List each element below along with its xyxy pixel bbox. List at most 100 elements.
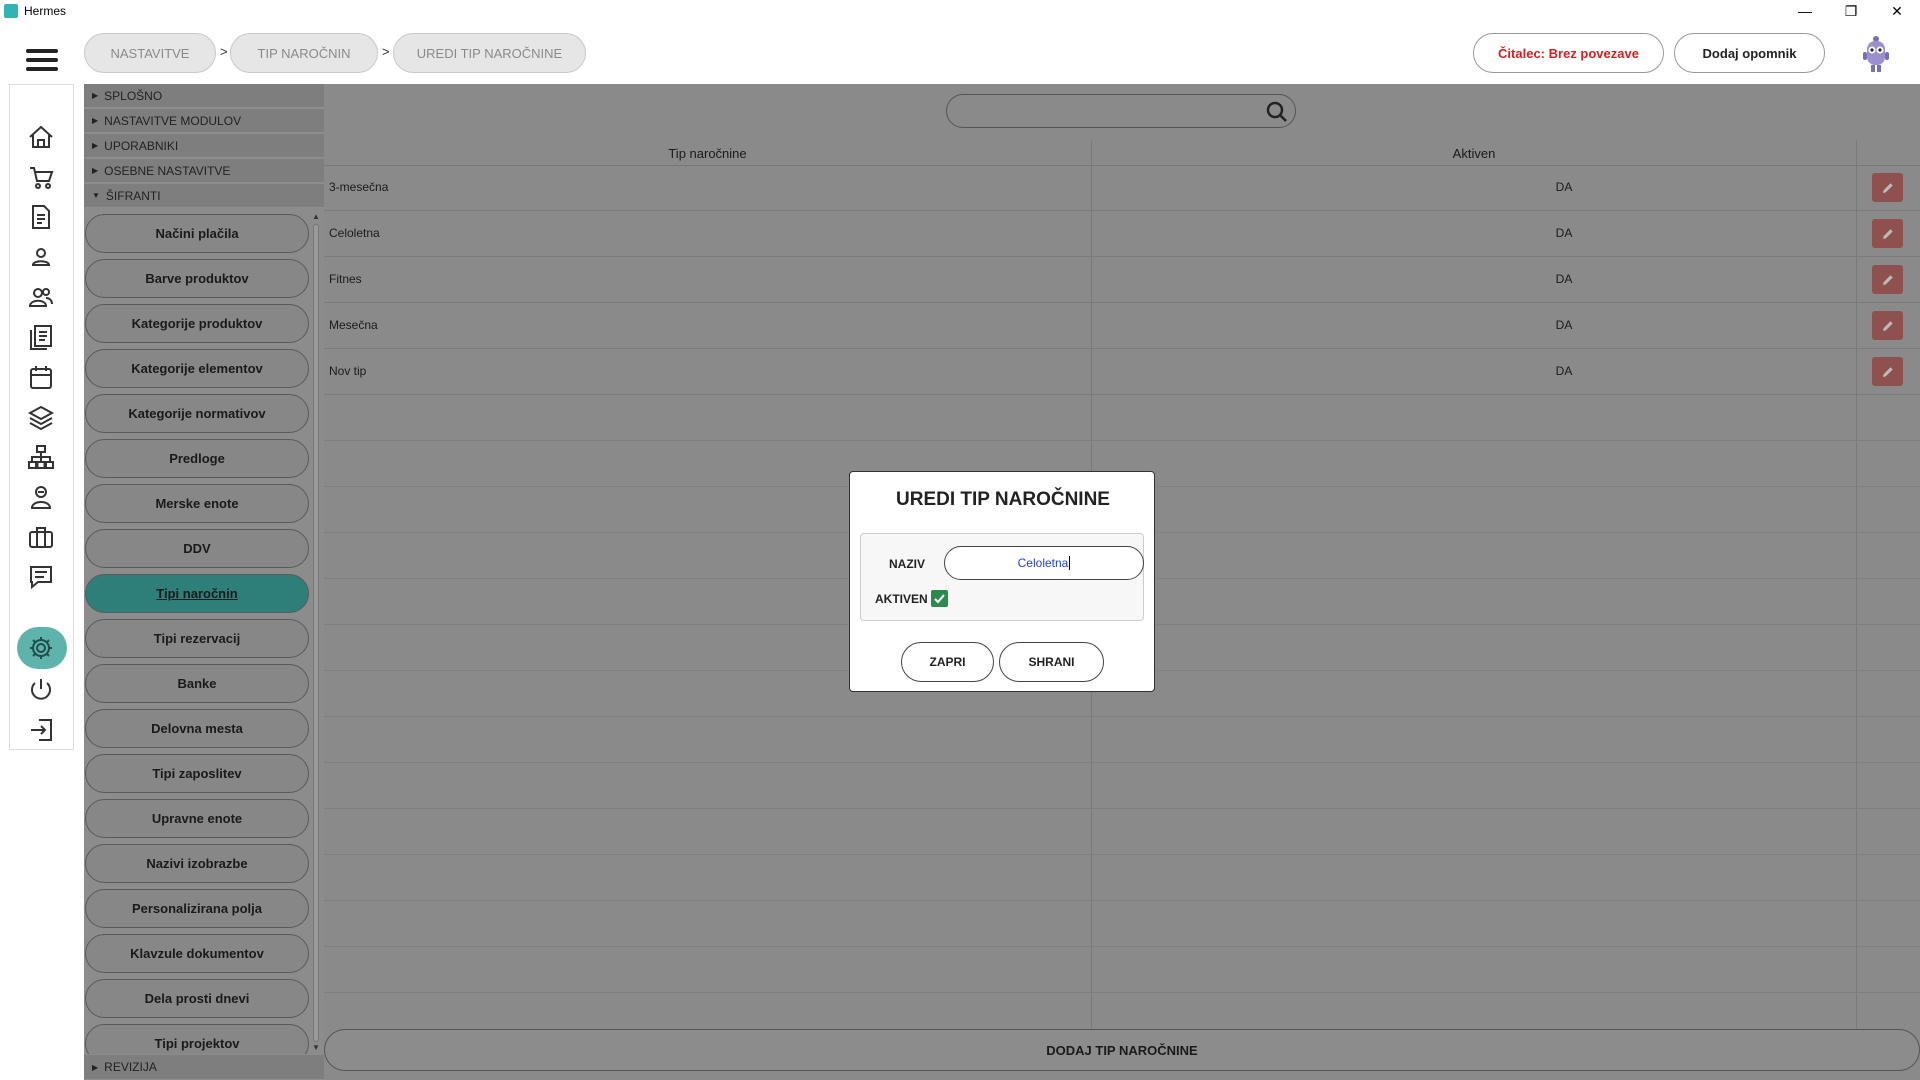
name-input-value: Celoletna (1017, 556, 1069, 570)
menu-item-holidays[interactable]: Dela prosti dnevi (85, 979, 309, 1018)
section-label: UPORABNIKI (104, 138, 179, 153)
section-revision[interactable]: ▶ REVIZIJA (84, 1055, 324, 1080)
pencil-icon (1882, 228, 1893, 239)
menu-item-education-titles[interactable]: Nazivi izobrazbe (85, 844, 309, 883)
close-button[interactable]: ZAPRI (901, 642, 994, 682)
menu-item-custom-fields[interactable]: Personalizirana polja (85, 889, 309, 928)
restore-button[interactable]: ❐ (1828, 0, 1874, 22)
mascot-avatar-icon[interactable] (1858, 34, 1894, 74)
search-input[interactable] (946, 94, 1296, 128)
breadcrumb-separator: > (382, 44, 390, 59)
breadcrumb-settings[interactable]: NASTAVITVE (84, 33, 216, 73)
breadcrumb-edit-subscription-type[interactable]: UREDI TIP NAROČNINE (393, 33, 586, 73)
add-reminder-button[interactable]: Dodaj opomnik (1674, 33, 1825, 73)
navigation-rail (9, 84, 74, 750)
window-controls: — ❐ ✕ (1782, 0, 1920, 22)
pencil-icon (1882, 320, 1893, 331)
users-icon[interactable] (26, 282, 56, 312)
empty-row (324, 395, 1920, 441)
scroll-down-icon[interactable]: ▼ (311, 1043, 321, 1052)
row-active: DA (1555, 226, 1573, 240)
section-label: SPLOŠNO (104, 88, 163, 103)
breadcrumb-separator: > (220, 44, 228, 59)
scrollbar-thumb[interactable] (313, 224, 319, 1042)
table-row[interactable]: Nov tip DA (324, 349, 1920, 395)
menu-item-normative-categories[interactable]: Kategorije normativov (85, 394, 309, 433)
menu-item-templates[interactable]: Predloge (85, 439, 309, 478)
active-checkbox[interactable] (931, 590, 948, 607)
close-window-button[interactable]: ✕ (1874, 0, 1920, 22)
table-row[interactable]: 3-mesečna DA (324, 165, 1920, 211)
section-label: ŠIFRANTI (105, 188, 161, 203)
dialog-form: NAZIV Celoletna AKTIVEN (860, 533, 1144, 621)
search-icon[interactable] (1265, 100, 1289, 124)
app-icon (4, 4, 18, 18)
edit-button[interactable] (1872, 265, 1903, 294)
menu-item-employment-types[interactable]: Tipi zaposlitev (85, 754, 309, 793)
table-row[interactable]: Fitnes DA (324, 257, 1920, 303)
row-active: DA (1555, 180, 1573, 194)
cart-icon[interactable] (26, 162, 56, 192)
edit-button[interactable] (1872, 173, 1903, 202)
row-name: Fitnes (329, 272, 362, 286)
add-subscription-type-button[interactable]: DODAJ TIP NAROČNINE (324, 1029, 1920, 1071)
section-users[interactable]: ▶ UPORABNIKI (84, 134, 324, 158)
gear-icon[interactable] (26, 633, 56, 663)
name-input[interactable]: Celoletna (944, 546, 1144, 580)
menu-item-element-categories[interactable]: Kategorije elementov (85, 349, 309, 388)
pencil-icon (1882, 366, 1893, 377)
menu-item-units[interactable]: Merske enote (85, 484, 309, 523)
menu-item-document-clauses[interactable]: Klavzule dokumentov (85, 934, 309, 973)
layers-icon[interactable] (26, 402, 56, 432)
edit-button[interactable] (1872, 357, 1903, 386)
power-icon[interactable] (26, 675, 56, 705)
minimize-button[interactable]: — (1782, 0, 1828, 22)
edit-subscription-type-dialog: UREDI TIP NAROČNINE NAZIV Celoletna AKTI… (849, 471, 1155, 692)
menu-item-subscription-types[interactable]: Tipi naročnin (85, 574, 309, 613)
save-button[interactable]: SHRANI (999, 642, 1104, 682)
section-personal[interactable]: ▶ OSEBNE NASTAVITVE (84, 159, 324, 183)
empty-row (324, 809, 1920, 855)
column-header-subscription-type[interactable]: Tip naročnine (324, 142, 1091, 166)
table-row[interactable]: Celoletna DA (324, 211, 1920, 257)
menu-item-banks[interactable]: Banke (85, 664, 309, 703)
menu-item-product-colors[interactable]: Barve produktov (85, 259, 309, 298)
hamburger-menu-icon[interactable] (26, 49, 58, 71)
menu-item-project-types[interactable]: Tipi projektov (85, 1024, 309, 1054)
home-icon[interactable] (26, 122, 56, 152)
menu-item-job-positions[interactable]: Delovna mesta (85, 709, 309, 748)
chat-icon[interactable] (26, 562, 56, 592)
menu-item-reservation-types[interactable]: Tipi rezervacij (85, 619, 309, 658)
pencil-icon (1882, 182, 1893, 193)
user-icon[interactable] (26, 242, 56, 272)
section-codebooks[interactable]: ▼ ŠIFRANTI (84, 184, 324, 208)
scroll-up-icon[interactable]: ▲ (311, 212, 321, 221)
menu-item-product-categories[interactable]: Kategorije produktov (85, 304, 309, 343)
trainer-icon[interactable] (26, 482, 56, 512)
text-caret (1069, 556, 1071, 570)
section-modules[interactable]: ▶ NASTAVITVE MODULOV (84, 109, 324, 133)
edit-button[interactable] (1872, 219, 1903, 248)
name-label: NAZIV (889, 557, 925, 571)
menu-scrollbar[interactable]: ▲ ▼ (311, 212, 321, 1054)
reader-status-button[interactable]: Čitalec: Brez povezave (1473, 33, 1664, 73)
codebooks-menu: Načini plačila Barve produktov Kategorij… (84, 212, 324, 1054)
table-row[interactable]: Mesečna DA (324, 303, 1920, 349)
header: NASTAVITVE > TIP NAROČNIN > UREDI TIP NA… (0, 22, 1920, 84)
section-general[interactable]: ▶ SPLOŠNO (84, 84, 324, 108)
menu-item-vat[interactable]: DDV (85, 529, 309, 568)
edit-button[interactable] (1872, 311, 1903, 340)
menu-item-administrative-units[interactable]: Upravne enote (85, 799, 309, 838)
pages-icon[interactable] (26, 322, 56, 352)
row-name: 3-mesečna (329, 180, 389, 194)
hierarchy-icon[interactable] (26, 442, 56, 472)
document-icon[interactable] (26, 202, 56, 232)
calendar-icon[interactable] (26, 362, 56, 392)
logout-icon[interactable] (26, 715, 56, 745)
briefcase-icon[interactable] (26, 522, 56, 552)
pencil-icon (1882, 274, 1893, 285)
menu-item-payment-methods[interactable]: Načini plačila (85, 214, 309, 253)
column-header-active[interactable]: Aktiven (1092, 142, 1856, 166)
empty-row (324, 901, 1920, 947)
breadcrumb-subscription-types[interactable]: TIP NAROČNIN (230, 33, 378, 73)
